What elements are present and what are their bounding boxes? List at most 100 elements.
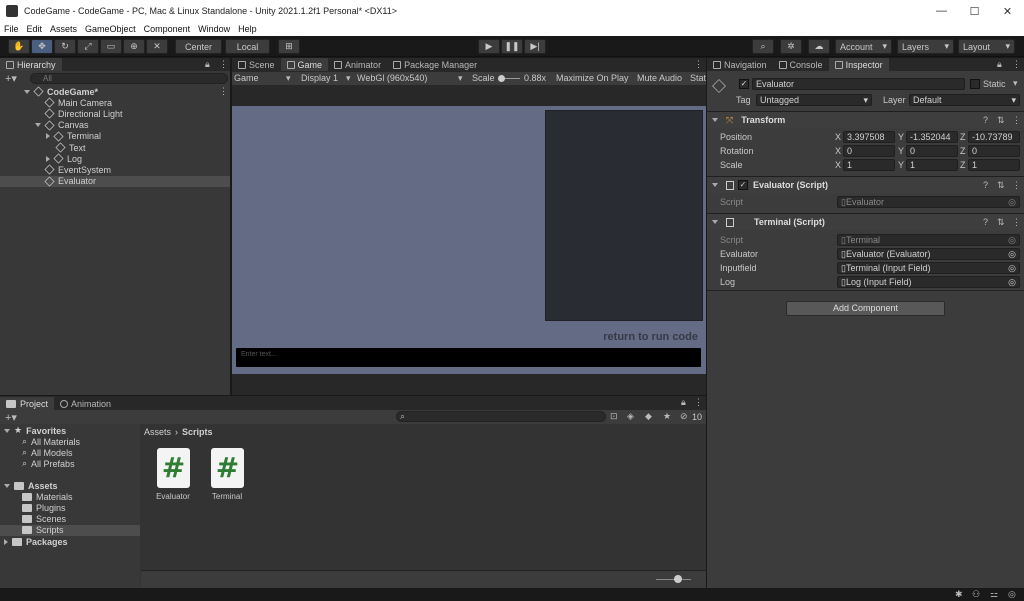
object-picker-icon[interactable]: ◎ [1008,249,1016,259]
account-dropdown[interactable]: Account ▾ [835,39,892,54]
help-icon[interactable]: ? [983,217,988,227]
maximize-button[interactable]: ☐ [958,5,991,18]
scale-slider-handle[interactable] [498,75,505,82]
step-button[interactable]: ▶| [524,39,546,54]
foldout-arrow-icon[interactable] [46,133,50,140]
enabled-checkbox[interactable]: ✓ [738,180,748,190]
lock-icon[interactable]: 🔒︎ [681,397,686,408]
stats-toggle[interactable]: Stat [690,73,706,83]
search-icon[interactable]: ⌕ [752,39,774,54]
foldout-arrow-icon[interactable] [712,220,718,224]
breadcrumb-current[interactable]: Scripts [182,427,213,437]
terminal-object-field[interactable]: ▯Log (Input Field) ◎ [837,276,1020,288]
transform-y-field[interactable]: 1 [906,159,958,171]
menu-dots-icon[interactable]: ⋮ [1012,59,1021,70]
breadcrumb-root[interactable]: Assets [144,427,171,437]
menu-help[interactable]: Help [238,24,257,34]
tab-console[interactable]: Console [773,58,829,71]
hierarchy-item[interactable]: EventSystem [0,164,230,175]
preset-icon[interactable]: ⇅ [997,180,1005,191]
lock-icon[interactable]: 🔒︎ [205,59,210,70]
object-picker-icon[interactable]: ◎ [1008,263,1016,273]
collab-status-icon[interactable]: ⚇ [972,589,980,600]
filter-icon[interactable]: ◈ [627,411,634,422]
mute-audio-toggle[interactable]: Mute Audio [637,73,682,83]
axis-y-label[interactable]: Y [898,132,904,142]
tab-game[interactable]: Game [280,58,329,71]
menu-dots-icon[interactable]: ⋮ [1012,180,1021,191]
hierarchy-item[interactable]: Evaluator [0,175,230,187]
layer-dropdown[interactable]: Default ▾ [909,94,1020,106]
transform-z-field[interactable]: -10.73789 [968,131,1020,143]
tab-package-manager[interactable]: Package Manager [387,58,483,71]
favorites-row[interactable]: ★ Favorites [4,425,66,436]
packages-row[interactable]: Packages [4,536,68,547]
foldout-arrow-icon[interactable] [24,89,30,94]
tab-project[interactable]: Project [0,397,55,410]
preset-icon[interactable]: ⇅ [997,115,1005,126]
layers-dropdown[interactable]: Layers ▾ [897,39,954,54]
hierarchy-item[interactable]: Terminal [0,131,230,142]
foldout-arrow-icon[interactable] [46,155,50,162]
axis-x-label[interactable]: X [835,132,841,142]
bug-icon[interactable]: ✱ [955,589,963,600]
help-icon[interactable]: ? [983,115,988,125]
tab-hierarchy[interactable]: Hierarchy [0,58,62,71]
foldout-arrow-icon[interactable] [712,118,718,122]
menu-dots-icon[interactable]: ⋮ [219,86,228,97]
tab-animation[interactable]: Animation [54,397,117,410]
transform-y-field[interactable]: -1.352044 [906,131,958,143]
favorites-item[interactable]: ⌕ All Prefabs [22,458,75,469]
evaluator-script-header[interactable]: ✓ Evaluator (Script) ? ⇅ ⋮ [707,176,1024,193]
transform-z-field[interactable]: 1 [968,159,1020,171]
game-viewport[interactable]: return to run code Enter text... [232,106,706,374]
layout-dropdown[interactable]: Layout ▾ [958,39,1015,54]
menu-component[interactable]: Component [144,24,191,34]
hierarchy-item[interactable]: Directional Light [0,108,230,119]
menu-window[interactable]: Window [198,24,230,34]
transform-x-field[interactable]: 1 [843,159,895,171]
transform-x-field[interactable]: 3.397508 [843,131,895,143]
resolution-dropdown[interactable]: WebGl (960x540) [357,73,427,83]
label-icon[interactable]: ◆ [645,411,652,422]
close-button[interactable]: ✕ [991,5,1024,18]
assets-row[interactable]: Assets [4,480,58,491]
rect-tool-icon[interactable]: ▭ [100,39,122,54]
minimize-button[interactable]: — [925,5,958,17]
favorites-item[interactable]: ⌕ All Models [22,447,73,458]
object-name-input[interactable]: Evaluator [752,78,965,90]
hierarchy-item[interactable]: Main Camera [0,97,230,108]
collab-icon[interactable]: ✲ [780,39,802,54]
rotate-tool-icon[interactable]: ↻ [54,39,76,54]
preset-icon[interactable]: ⇅ [997,217,1005,228]
terminal-object-field[interactable]: ▯Terminal (Input Field) ◎ [837,262,1020,274]
scale-tool-icon[interactable]: ⤢ [77,39,99,54]
script-file-tile[interactable]: # Evaluator [154,446,192,506]
menu-gameobject[interactable]: GameObject [85,24,136,34]
tab-navigation[interactable]: Navigation [707,58,773,71]
play-button[interactable]: ▶ [478,39,500,54]
terminal-script-header[interactable]: Terminal (Script) ? ⇅ ⋮ [707,213,1024,230]
transform-x-field[interactable]: 0 [843,145,895,157]
script-file-tile[interactable]: # Terminal [208,446,246,506]
tab-animator[interactable]: Animator [328,58,387,71]
hierarchy-item[interactable]: Text [0,142,230,153]
terminal-input-field[interactable]: Enter text... [236,348,701,367]
active-checkbox[interactable]: ✓ [739,79,749,89]
progress-icon[interactable]: ⚍ [990,589,998,600]
move-tool-icon[interactable]: ✥ [31,39,53,54]
axis-y-label[interactable]: Y [898,160,904,170]
check-icon[interactable]: ◎ [1008,589,1016,600]
foldout-arrow-icon[interactable] [35,123,41,128]
add-icon[interactable]: +▾ [5,72,17,85]
axis-y-label[interactable]: Y [898,146,904,156]
menu-dots-icon[interactable]: ⋮ [694,59,703,70]
asset-folder-item[interactable]: Scripts [0,524,140,536]
grid-snap-icon[interactable]: ⊞ [278,39,300,54]
menu-dots-icon[interactable]: ⋮ [1012,115,1021,126]
favorites-item[interactable]: ⌕ All Materials [22,436,80,447]
star-icon[interactable]: ★ [663,411,671,422]
transform-z-field[interactable]: 0 [968,145,1020,157]
pivot-local-button[interactable]: Local [225,39,270,54]
hidden-eye-icon[interactable]: ⊘ [680,411,688,422]
